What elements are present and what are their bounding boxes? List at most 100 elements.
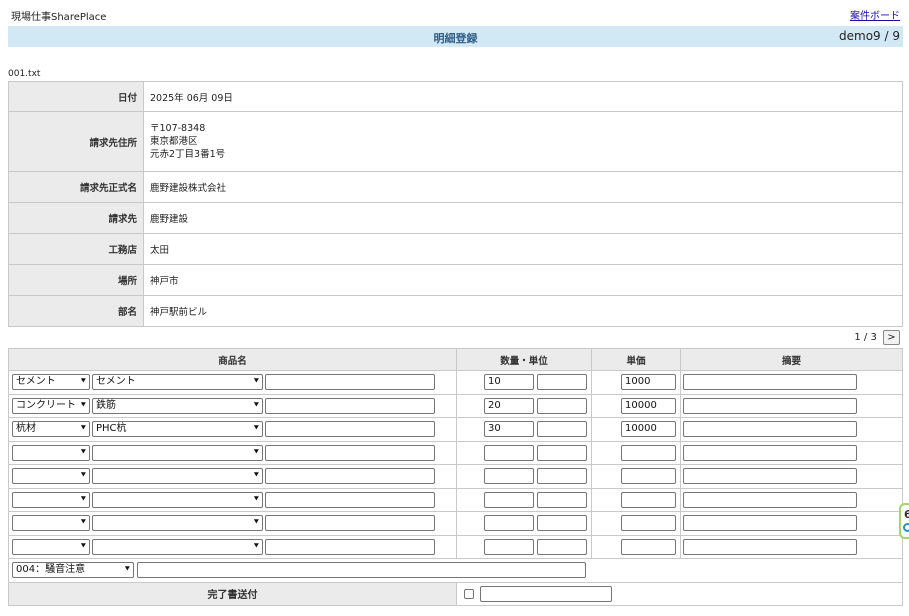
completion-label: 完了書送付 bbox=[8, 581, 457, 606]
memo-input[interactable] bbox=[683, 374, 857, 391]
unit-input[interactable] bbox=[537, 468, 587, 485]
memo-input[interactable] bbox=[683, 444, 857, 461]
product-free-input[interactable] bbox=[265, 444, 435, 461]
quantity-input[interactable] bbox=[484, 538, 534, 555]
product-select[interactable]: ⯆ bbox=[92, 444, 263, 461]
chevron-down-icon: ⯆ bbox=[252, 471, 260, 482]
price-cell: 10000 bbox=[591, 393, 681, 418]
product-select[interactable]: セメント ⯆ bbox=[92, 374, 263, 391]
qty-unit-cell bbox=[456, 487, 592, 512]
note-select[interactable]: 004：騒音注意 ⯆ bbox=[12, 562, 134, 579]
price-cell bbox=[591, 487, 681, 512]
quantity-input[interactable] bbox=[484, 468, 534, 485]
unit-input[interactable] bbox=[537, 491, 587, 508]
note-select-value: 004：騒音注意 bbox=[16, 564, 86, 576]
feedback-widget-icon[interactable]: 6 bbox=[899, 503, 909, 539]
qty-unit-cell bbox=[456, 464, 592, 489]
product-cell: ⯆ ⯆ bbox=[8, 487, 457, 512]
quantity-input[interactable]: 10 bbox=[484, 374, 534, 391]
product-select[interactable]: ⯆ bbox=[92, 538, 263, 555]
category-select[interactable]: ⯆ bbox=[12, 491, 90, 508]
unit-price-input[interactable] bbox=[621, 515, 676, 532]
category-select[interactable]: ⯆ bbox=[12, 468, 90, 485]
page-indicator: 1 / 3 bbox=[854, 332, 877, 343]
category-value: セメント bbox=[16, 376, 56, 388]
product-select[interactable]: PHC杭 ⯆ bbox=[92, 421, 263, 438]
category-value: 杭材 bbox=[16, 423, 36, 435]
category-select[interactable]: ⯆ bbox=[12, 444, 90, 461]
price-cell: 1000 bbox=[591, 370, 681, 395]
date-label: 日付 bbox=[8, 81, 144, 112]
unit-input[interactable] bbox=[537, 374, 587, 391]
product-free-input[interactable] bbox=[265, 538, 435, 555]
product-free-input[interactable] bbox=[265, 421, 435, 438]
product-select[interactable]: ⯆ bbox=[92, 515, 263, 532]
memo-input[interactable] bbox=[683, 515, 857, 532]
memo-input[interactable] bbox=[683, 468, 857, 485]
qty-unit-cell bbox=[456, 534, 592, 559]
product-free-input[interactable] bbox=[265, 397, 435, 414]
chevron-down-icon: ⯆ bbox=[79, 518, 87, 529]
department-value: 神戸駅前ビル bbox=[143, 295, 903, 327]
unit-input[interactable] bbox=[537, 538, 587, 555]
line-item-row: コンクリート ⯆ 鉄筋 ⯆ 20 10000 bbox=[8, 393, 903, 418]
product-free-input[interactable] bbox=[265, 515, 435, 532]
chevron-down-icon: ⯆ bbox=[79, 400, 87, 411]
postal-code: 〒107-8348 bbox=[150, 123, 206, 134]
category-select[interactable]: コンクリート ⯆ bbox=[12, 397, 90, 414]
line-items-table: 商品名 数量・単位 単価 摘要 セメント ⯆ セメント ⯆ 10 1000 コンクリート ⯆ 鉄… bbox=[8, 348, 903, 606]
category-select[interactable]: ⯆ bbox=[12, 515, 90, 532]
title-bar: 明細登録 demo9 / 9 bbox=[8, 26, 903, 47]
product-free-input[interactable] bbox=[265, 491, 435, 508]
unit-input[interactable] bbox=[537, 444, 587, 461]
line-item-row: ⯆ ⯆ bbox=[8, 511, 903, 536]
contractor-value: 太田 bbox=[143, 233, 903, 265]
memo-cell bbox=[680, 511, 903, 536]
product-free-input[interactable] bbox=[265, 374, 435, 391]
project-board-link[interactable]: 案件ボード bbox=[850, 7, 900, 22]
memo-cell bbox=[680, 370, 903, 395]
note-row: 004：騒音注意 ⯆ bbox=[8, 558, 903, 583]
chevron-down-icon: ⯆ bbox=[79, 447, 87, 458]
note-cell: 004：騒音注意 ⯆ bbox=[8, 558, 903, 583]
contractor-label: 工務店 bbox=[8, 233, 144, 265]
product-select[interactable]: ⯆ bbox=[92, 468, 263, 485]
quantity-input[interactable] bbox=[484, 444, 534, 461]
note-text-input[interactable] bbox=[137, 562, 586, 579]
billing-value: 鹿野建設 bbox=[143, 202, 903, 234]
date-row: 日付 2025年 06月 09日 bbox=[8, 81, 903, 112]
memo-input[interactable] bbox=[683, 421, 857, 438]
unit-price-input[interactable]: 1000 bbox=[621, 374, 676, 391]
unit-price-input[interactable] bbox=[621, 538, 676, 555]
category-select[interactable]: ⯆ bbox=[12, 538, 90, 555]
completion-checkbox[interactable] bbox=[464, 588, 474, 599]
department-row: 部名 神戸駅前ビル bbox=[8, 295, 903, 327]
unit-price-input[interactable]: 10000 bbox=[621, 397, 676, 414]
official-name-row: 請求先正式名 鹿野建設株式会社 bbox=[8, 171, 903, 203]
unit-price-input[interactable] bbox=[621, 491, 676, 508]
completion-input[interactable] bbox=[480, 585, 612, 602]
quantity-input[interactable]: 30 bbox=[484, 421, 534, 438]
memo-input[interactable] bbox=[683, 397, 857, 414]
quantity-input[interactable] bbox=[484, 491, 534, 508]
product-select[interactable]: ⯆ bbox=[92, 491, 263, 508]
unit-input[interactable] bbox=[537, 397, 587, 414]
unit-input[interactable] bbox=[537, 515, 587, 532]
memo-input[interactable] bbox=[683, 491, 857, 508]
qty-unit-cell: 30 bbox=[456, 417, 592, 442]
unit-price-input[interactable] bbox=[621, 468, 676, 485]
memo-input[interactable] bbox=[683, 538, 857, 555]
category-select[interactable]: 杭材 ⯆ bbox=[12, 421, 90, 438]
unit-price-input[interactable] bbox=[621, 444, 676, 461]
quantity-input[interactable] bbox=[484, 515, 534, 532]
quantity-input[interactable]: 20 bbox=[484, 397, 534, 414]
unit-price-input[interactable]: 10000 bbox=[621, 421, 676, 438]
unit-input[interactable] bbox=[537, 421, 587, 438]
widget-glyph: 6 bbox=[904, 508, 909, 521]
category-select[interactable]: セメント ⯆ bbox=[12, 374, 90, 391]
price-cell: 10000 bbox=[591, 417, 681, 442]
product-select[interactable]: 鉄筋 ⯆ bbox=[92, 397, 263, 414]
billing-row: 請求先 鹿野建設 bbox=[8, 202, 903, 234]
next-page-button[interactable]: > bbox=[883, 330, 900, 345]
product-free-input[interactable] bbox=[265, 468, 435, 485]
